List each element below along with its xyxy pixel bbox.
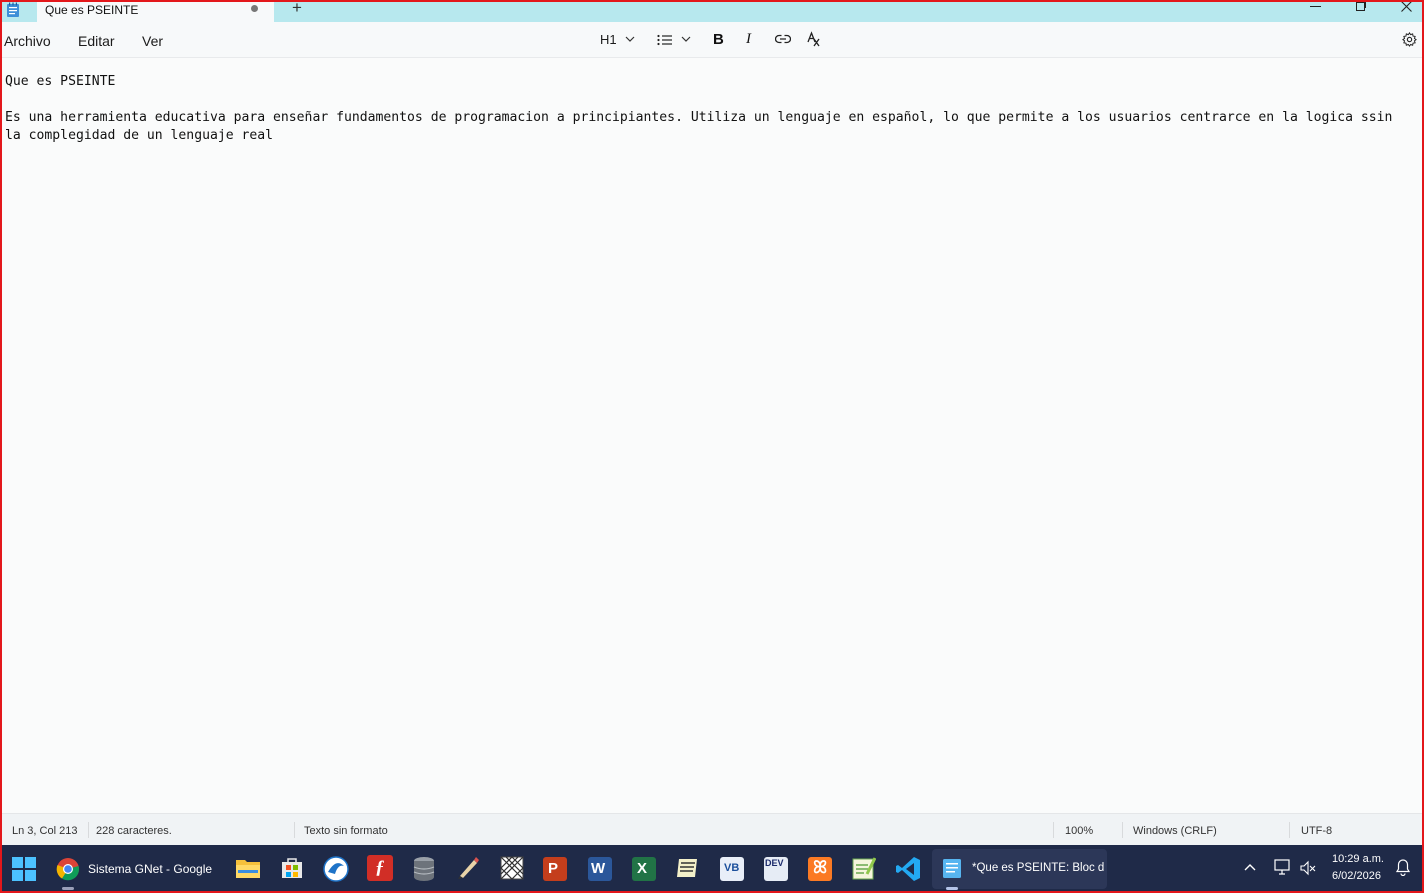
excel-glyph: X <box>637 860 648 877</box>
document-heading[interactable]: Que es PSEINTE <box>5 74 115 89</box>
italic-icon[interactable]: I <box>746 31 751 48</box>
menu-editar[interactable]: Editar <box>78 33 115 49</box>
chrome-icon[interactable] <box>56 857 80 881</box>
menu-archivo[interactable]: Archivo <box>4 33 51 49</box>
pen-app-icon[interactable] <box>456 856 480 880</box>
notification-bell-icon[interactable] <box>1396 859 1410 876</box>
notepad-window-label[interactable]: *Que es PSEINTE: Bloc d <box>972 862 1104 874</box>
clear-formatting-icon[interactable] <box>807 31 823 47</box>
clock-time[interactable]: 10:29 a.m. <box>1332 853 1384 865</box>
file-explorer-icon[interactable] <box>235 857 261 879</box>
unsaved-dot-icon[interactable] <box>251 5 258 12</box>
zoom-level[interactable]: 100% <box>1065 825 1093 837</box>
link-icon[interactable] <box>775 34 791 44</box>
tab-document[interactable]: Que es PSEINTE <box>37 0 274 22</box>
character-count: 228 caracteres. <box>96 825 172 837</box>
notepad-icon[interactable] <box>6 2 20 18</box>
app-icon[interactable] <box>676 857 700 879</box>
notepad-icon[interactable] <box>942 857 962 879</box>
taskbar: Sistema GNet - Google ƒ P W X VB DEV ꕤ *… <box>0 845 1424 893</box>
status-bar: Ln 3, Col 213 228 caracteres. Texto sin … <box>0 813 1424 846</box>
dev-cpp-glyph: DEV <box>765 858 784 868</box>
chevron-down-icon[interactable] <box>681 36 691 43</box>
running-indicator <box>62 887 74 890</box>
active-indicator <box>946 887 958 890</box>
word-icon[interactable]: W <box>588 857 612 881</box>
network-icon[interactable] <box>1274 859 1292 875</box>
divider <box>294 822 295 838</box>
minimize-button[interactable] <box>1302 0 1330 16</box>
app-icon[interactable] <box>323 856 349 882</box>
encoding[interactable]: UTF-8 <box>1301 825 1332 837</box>
heading-label: H1 <box>600 32 617 47</box>
cursor-position: Ln 3, Col 213 <box>12 825 78 837</box>
menu-ver[interactable]: Ver <box>142 33 163 49</box>
windows-start-icon[interactable] <box>12 857 36 881</box>
chevron-down-icon[interactable] <box>625 36 635 43</box>
divider <box>88 822 89 838</box>
divider <box>1289 822 1290 838</box>
close-button[interactable] <box>1392 0 1420 16</box>
powerpoint-icon[interactable]: P <box>543 857 567 881</box>
heading-dropdown[interactable]: H1 <box>600 32 617 50</box>
title-bar: Que es PSEINTE + <box>0 0 1424 22</box>
powerpoint-glyph: P <box>548 860 559 877</box>
document-paragraph-line-1[interactable]: Es una herramienta educativa para enseña… <box>5 110 1392 125</box>
menu-bar: Archivo Editar Ver H1 B I <box>0 22 1424 58</box>
editor-area[interactable]: Que es PSEINTE Es una herramienta educat… <box>0 58 1424 813</box>
xampp-glyph: ꕤ <box>813 858 828 877</box>
divider <box>1122 822 1123 838</box>
visual-basic-glyph: VB <box>724 862 740 874</box>
document-paragraph-line-2[interactable]: la complegidad de un lenguaje real <box>5 128 273 143</box>
bold-icon[interactable]: B <box>713 31 724 48</box>
notepad-plus-icon[interactable] <box>852 856 876 880</box>
visual-basic-icon[interactable]: VB <box>720 857 744 881</box>
tab-title: Que es PSEINTE <box>45 3 139 17</box>
clock-date[interactable]: 6/02/2026 <box>1332 870 1381 882</box>
flash-glyph: ƒ <box>375 857 385 878</box>
database-icon[interactable] <box>412 856 436 882</box>
speaker-muted-icon[interactable] <box>1300 860 1316 876</box>
word-glyph: W <box>591 860 606 877</box>
close-icon <box>1401 1 1412 12</box>
excel-icon[interactable]: X <box>632 857 656 881</box>
gear-icon[interactable] <box>1402 32 1417 47</box>
xampp-icon[interactable]: ꕤ <box>808 857 832 881</box>
list-icon[interactable] <box>657 34 673 46</box>
format-status[interactable]: Texto sin formato <box>304 825 388 837</box>
microsoft-store-icon[interactable] <box>280 856 304 880</box>
chrome-window-label[interactable]: Sistema GNet - Google <box>88 862 212 876</box>
new-tab-button[interactable]: + <box>289 0 305 18</box>
dev-cpp-icon[interactable]: DEV <box>764 857 788 881</box>
vscode-icon[interactable] <box>895 856 921 882</box>
grid-app-icon[interactable] <box>500 856 524 880</box>
maximize-button[interactable] <box>1346 0 1374 16</box>
line-ending[interactable]: Windows (CRLF) <box>1133 825 1217 837</box>
flash-icon[interactable]: ƒ <box>367 855 393 881</box>
divider <box>1053 822 1054 838</box>
chevron-up-icon[interactable] <box>1244 863 1256 871</box>
